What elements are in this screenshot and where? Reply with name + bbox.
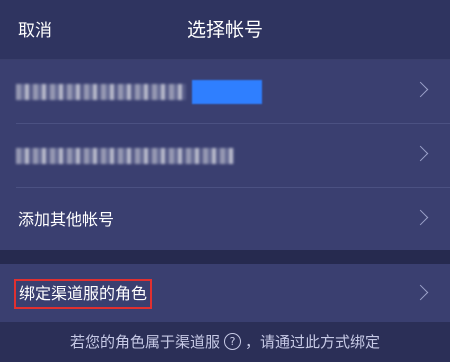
bind-channel-role-item[interactable]: 绑定渠道服的角色	[0, 264, 450, 322]
account-item-2[interactable]	[0, 124, 450, 188]
chevron-right-icon	[412, 81, 429, 98]
page-title: 选择帐号	[186, 19, 263, 41]
obscured-account-text	[16, 148, 234, 164]
account-list: 添加其他帐号	[0, 60, 450, 250]
nav-bar: 取消 选择帐号	[0, 0, 450, 60]
obscured-account-highlight	[192, 80, 262, 104]
bind-channel-role-label: 绑定渠道服的角色	[14, 279, 153, 309]
obscured-account-text	[16, 84, 186, 100]
chevron-right-icon	[412, 145, 429, 162]
footer-text-before: 若您的角色属于渠道服	[69, 333, 220, 351]
account-item-1[interactable]	[0, 60, 450, 124]
footer-text-after: ，请通过此方式绑定	[245, 333, 381, 351]
footer-note: 若您的角色属于渠道服? ，请通过此方式绑定	[0, 322, 450, 362]
chevron-right-icon	[412, 209, 429, 226]
question-circle-icon[interactable]: ?	[224, 332, 241, 350]
chevron-right-icon	[412, 284, 429, 301]
add-other-account-label: 添加其他帐号	[18, 210, 115, 229]
section-separator	[0, 250, 450, 264]
add-other-account-item[interactable]: 添加其他帐号	[0, 188, 450, 250]
